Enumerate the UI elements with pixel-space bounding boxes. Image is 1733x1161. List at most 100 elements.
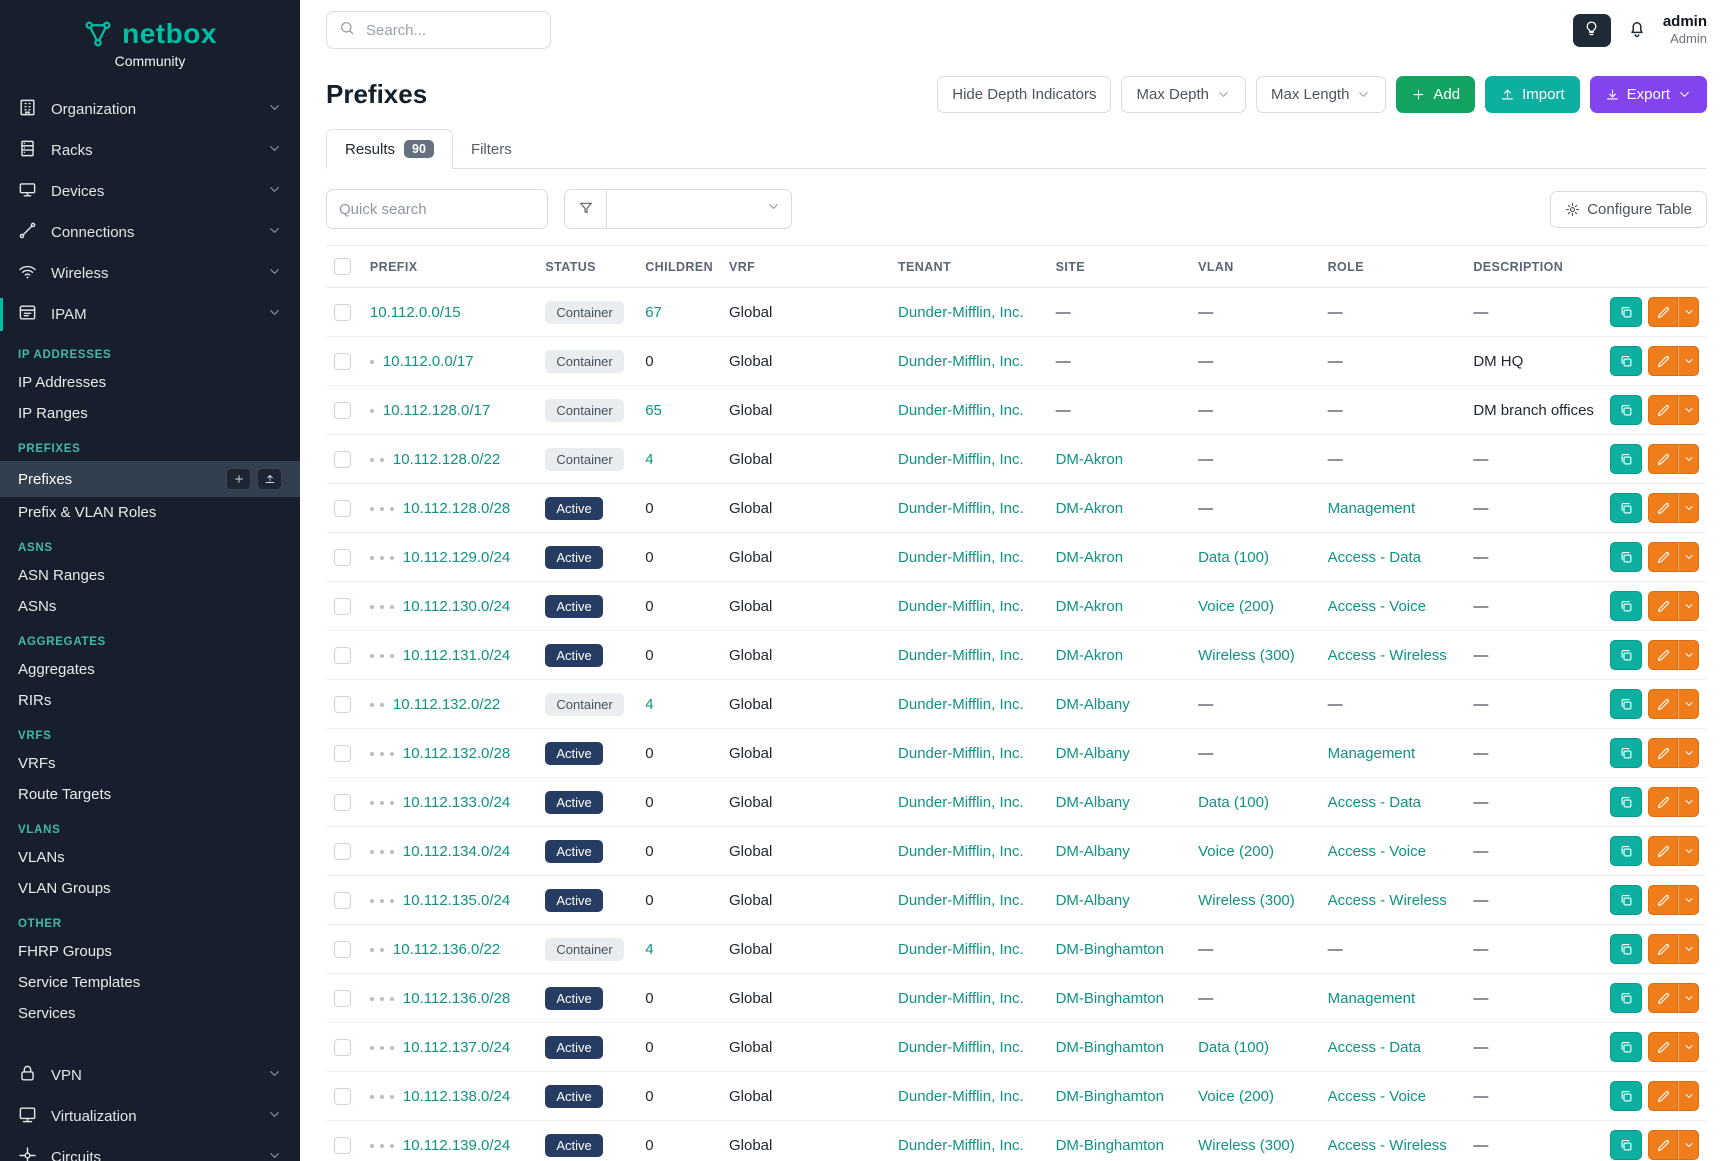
search-input[interactable]	[364, 21, 538, 40]
prefix-link[interactable]: 10.112.134.0/24	[403, 843, 510, 860]
row-checkbox[interactable]	[334, 745, 351, 762]
sidebar-item-ip-ranges[interactable]: IP Ranges	[0, 398, 300, 429]
copy-button[interactable]	[1610, 983, 1642, 1013]
column-header-role[interactable]: ROLE	[1320, 246, 1466, 288]
site-link[interactable]: DM-Akron	[1056, 451, 1124, 468]
saved-filter-select[interactable]	[606, 189, 792, 229]
tenant-link[interactable]: Dunder-Mifflin, Inc.	[898, 647, 1024, 664]
copy-button[interactable]	[1610, 689, 1642, 719]
prefix-link[interactable]: 10.112.133.0/24	[403, 794, 510, 811]
sidebar-item-asn-ranges[interactable]: ASN Ranges	[0, 560, 300, 591]
site-link[interactable]: DM-Albany	[1056, 696, 1130, 713]
sidebar-item-circuits[interactable]: Circuits	[0, 1137, 300, 1161]
edit-dropdown-button[interactable]	[1678, 591, 1699, 621]
vlan-link[interactable]: Wireless (300)	[1198, 1137, 1295, 1154]
copy-button[interactable]	[1610, 1032, 1642, 1062]
copy-button[interactable]	[1610, 297, 1642, 327]
role-link[interactable]: Management	[1328, 990, 1416, 1007]
tenant-link[interactable]: Dunder-Mifflin, Inc.	[898, 941, 1024, 958]
edit-button[interactable]	[1648, 640, 1678, 670]
row-checkbox[interactable]	[334, 1039, 351, 1056]
copy-button[interactable]	[1610, 640, 1642, 670]
edit-dropdown-button[interactable]	[1678, 738, 1699, 768]
sidebar-item-fhrp-groups[interactable]: FHRP Groups	[0, 936, 300, 967]
sidebar-item-vrfs[interactable]: VRFs	[0, 748, 300, 779]
children-count-link[interactable]: 4	[645, 696, 653, 713]
edit-dropdown-button[interactable]	[1678, 542, 1699, 572]
edit-dropdown-button[interactable]	[1678, 395, 1699, 425]
add-button[interactable]: Add	[1396, 76, 1475, 113]
tenant-link[interactable]: Dunder-Mifflin, Inc.	[898, 1137, 1024, 1154]
tenant-link[interactable]: Dunder-Mifflin, Inc.	[898, 794, 1024, 811]
tenant-link[interactable]: Dunder-Mifflin, Inc.	[898, 745, 1024, 762]
role-link[interactable]: Access - Data	[1328, 1039, 1421, 1056]
prefix-link[interactable]: 10.112.0.0/15	[370, 304, 461, 321]
hide-depth-indicators-button[interactable]: Hide Depth Indicators	[937, 76, 1111, 113]
edit-button[interactable]	[1648, 1130, 1678, 1160]
max-length-dropdown[interactable]: Max Length	[1256, 76, 1386, 113]
edit-button[interactable]	[1648, 542, 1678, 572]
edit-button[interactable]	[1648, 983, 1678, 1013]
role-link[interactable]: Access - Data	[1328, 549, 1421, 566]
tenant-link[interactable]: Dunder-Mifflin, Inc.	[898, 1088, 1024, 1105]
tenant-link[interactable]: Dunder-Mifflin, Inc.	[898, 843, 1024, 860]
site-link[interactable]: DM-Akron	[1056, 549, 1124, 566]
notifications-button[interactable]	[1627, 19, 1647, 42]
site-link[interactable]: DM-Albany	[1056, 794, 1130, 811]
edit-button[interactable]	[1648, 787, 1678, 817]
edit-button[interactable]	[1648, 689, 1678, 719]
copy-button[interactable]	[1610, 1130, 1642, 1160]
edit-dropdown-button[interactable]	[1678, 934, 1699, 964]
copy-button[interactable]	[1610, 493, 1642, 523]
prefix-link[interactable]: 10.112.128.0/17	[383, 402, 490, 419]
site-link[interactable]: DM-Albany	[1056, 892, 1130, 909]
row-checkbox[interactable]	[334, 549, 351, 566]
edit-button[interactable]	[1648, 738, 1678, 768]
edit-button[interactable]	[1648, 591, 1678, 621]
site-link[interactable]: DM-Akron	[1056, 500, 1124, 517]
edit-dropdown-button[interactable]	[1678, 1130, 1699, 1160]
row-checkbox[interactable]	[334, 1137, 351, 1154]
quick-import-prefix-button[interactable]	[257, 468, 282, 490]
site-link[interactable]: DM-Albany	[1056, 843, 1130, 860]
site-link[interactable]: DM-Binghamton	[1056, 1088, 1164, 1105]
edit-button[interactable]	[1648, 1032, 1678, 1062]
prefix-link[interactable]: 10.112.128.0/28	[403, 500, 510, 517]
export-button[interactable]: Export	[1590, 76, 1707, 113]
sidebar-item-vlans[interactable]: VLANs	[0, 842, 300, 873]
site-link[interactable]: DM-Binghamton	[1056, 990, 1164, 1007]
site-link[interactable]: DM-Akron	[1056, 647, 1124, 664]
sidebar-item-prefix-vlan-roles[interactable]: Prefix & VLAN Roles	[0, 497, 300, 528]
prefix-link[interactable]: 10.112.136.0/22	[393, 941, 500, 958]
edit-dropdown-button[interactable]	[1678, 836, 1699, 866]
copy-button[interactable]	[1610, 787, 1642, 817]
vlan-link[interactable]: Voice (200)	[1198, 1088, 1274, 1105]
user-menu[interactable]: admin Admin	[1663, 13, 1707, 48]
copy-button[interactable]	[1610, 395, 1642, 425]
tab-results[interactable]: Results90	[326, 129, 453, 169]
row-checkbox[interactable]	[334, 598, 351, 615]
sidebar-item-racks[interactable]: Racks	[0, 130, 300, 171]
tenant-link[interactable]: Dunder-Mifflin, Inc.	[898, 696, 1024, 713]
tenant-link[interactable]: Dunder-Mifflin, Inc.	[898, 304, 1024, 321]
role-link[interactable]: Access - Data	[1328, 794, 1421, 811]
configure-table-button[interactable]: Configure Table	[1550, 191, 1707, 228]
tenant-link[interactable]: Dunder-Mifflin, Inc.	[898, 500, 1024, 517]
row-checkbox[interactable]	[334, 647, 351, 664]
column-header-tenant[interactable]: TENANT	[890, 246, 1048, 288]
row-checkbox[interactable]	[334, 402, 351, 419]
children-count-link[interactable]: 4	[645, 451, 653, 468]
column-header-status[interactable]: STATUS	[537, 246, 637, 288]
row-checkbox[interactable]	[334, 500, 351, 517]
site-link[interactable]: DM-Albany	[1056, 745, 1130, 762]
column-header-prefix[interactable]: PREFIX	[362, 246, 537, 288]
column-header-description[interactable]: DESCRIPTION	[1465, 246, 1602, 288]
edit-button[interactable]	[1648, 934, 1678, 964]
children-count-link[interactable]: 4	[645, 941, 653, 958]
row-checkbox[interactable]	[334, 794, 351, 811]
import-button[interactable]: Import	[1485, 76, 1580, 113]
copy-button[interactable]	[1610, 591, 1642, 621]
role-link[interactable]: Access - Wireless	[1328, 1137, 1447, 1154]
edit-dropdown-button[interactable]	[1678, 493, 1699, 523]
prefix-link[interactable]: 10.112.0.0/17	[383, 353, 474, 370]
